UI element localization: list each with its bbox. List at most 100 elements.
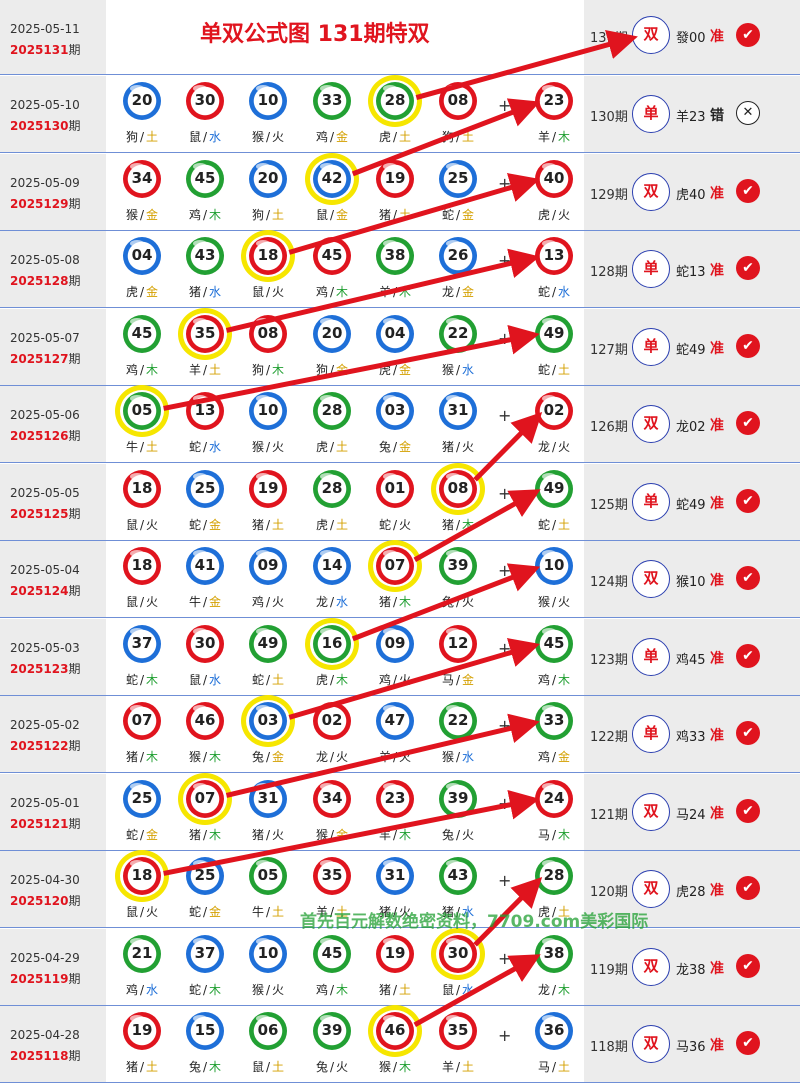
zodiac: 蛇 xyxy=(537,362,550,377)
ball-cell: 05 牛 / 土 xyxy=(236,851,300,928)
ball-number: 26 xyxy=(447,246,469,264)
lottery-ball: 26 xyxy=(439,237,477,275)
result-issue: 123期 xyxy=(590,652,628,668)
zodiac: 羊 xyxy=(378,750,391,764)
result-value: 龙38 xyxy=(676,962,706,978)
separator: / xyxy=(455,130,461,144)
zodiac: 蛇 xyxy=(188,517,201,532)
separator: / xyxy=(455,982,461,997)
ball-zodiac-element: 狗 / 土 xyxy=(110,128,174,145)
element: 火 xyxy=(146,905,159,919)
draw-issue: 2025120期 xyxy=(10,894,81,908)
draw-date: 2025-04-29 xyxy=(10,950,80,965)
zodiac: 狗 xyxy=(315,362,328,377)
ball-number: 31 xyxy=(257,788,279,807)
ball-number: 14 xyxy=(321,556,343,574)
element: 火 xyxy=(399,672,412,687)
ball-zodiac-element: 虎 / 土 xyxy=(300,516,364,533)
ball-cell: 25 蛇 / 金 xyxy=(110,774,174,851)
zodiac: 羊 xyxy=(537,130,550,144)
separator: / xyxy=(265,827,271,842)
lottery-ball: 09 xyxy=(249,547,287,585)
zodiac: 猴 xyxy=(125,207,138,222)
separator: / xyxy=(392,750,398,764)
draw-issue: 2025126期 xyxy=(10,429,81,443)
draw-row: 2025-05-05 2025125期 18 鼠 / 火 25 蛇 / 金 19 猪 / 土 28 虎 / 土 01… xyxy=(0,462,800,541)
lottery-ball: 25 xyxy=(123,779,161,818)
result-status: 准 xyxy=(710,418,724,434)
result-pick: 双 xyxy=(632,172,670,211)
ball-number: 33 xyxy=(543,711,565,729)
date-column: 2025-04-28 2025118期 xyxy=(0,1006,106,1082)
result-column: 122期单鸡33 准 ✔ xyxy=(584,696,800,772)
separator: / xyxy=(455,362,461,377)
lottery-ball: 31 xyxy=(249,779,287,818)
separator: / xyxy=(202,440,208,454)
element: 水 xyxy=(558,285,571,299)
lottery-ball: 04 xyxy=(376,314,414,353)
lottery-ball: 33 xyxy=(535,702,573,740)
ball-cell: 09 鸡 / 火 xyxy=(363,619,427,696)
separator: / xyxy=(455,750,461,764)
ball-cell: 07 猪 / 木 xyxy=(363,540,427,618)
ball-cell: 22 猴 / 水 xyxy=(426,696,490,773)
ball-number: 30 xyxy=(194,633,216,652)
separator: / xyxy=(265,672,271,687)
zodiac: 兔 xyxy=(188,1060,201,1074)
ball-zodiac-element: 蛇 / 木 xyxy=(173,981,237,998)
ball-zodiac-element: 虎 / 火 xyxy=(522,206,586,223)
lottery-ball: 09 xyxy=(376,624,414,663)
header-result-issue: 131期 xyxy=(590,31,628,46)
ball-number: 42 xyxy=(321,168,343,187)
ball-cell: 10 猴 / 火 xyxy=(236,929,300,1006)
header-result-status: 准 xyxy=(710,29,724,45)
zodiac: 鼠 xyxy=(125,905,138,919)
ball-cell: 31 猪 / 火 xyxy=(426,386,490,463)
separator: / xyxy=(202,905,208,919)
result-issue: 126期 xyxy=(590,420,628,435)
zodiac: 猪 xyxy=(125,1060,138,1074)
separator: / xyxy=(329,362,335,377)
special-ball-cell: 38 龙 / 木 xyxy=(522,929,586,1006)
separator: / xyxy=(551,672,557,687)
lottery-ball: 34 xyxy=(313,779,351,818)
draw-row: 2025-05-07 2025127期 45 鸡 / 木 35 羊 / 土 08 狗 / 木 20 狗 / 金 04… xyxy=(0,307,800,386)
element: 土 xyxy=(272,672,285,687)
ball-cell: 46 猴 / 木 xyxy=(363,1005,427,1083)
separator: / xyxy=(392,982,398,997)
ball-zodiac-element: 猴 / 火 xyxy=(522,593,586,610)
ball-cell: 26 龙 / 金 xyxy=(426,231,490,308)
ball-number: 45 xyxy=(321,943,343,962)
separator: / xyxy=(265,982,271,997)
zodiac: 猴 xyxy=(251,130,264,144)
element: 木 xyxy=(399,827,412,842)
ball-cell: 46 猴 / 木 xyxy=(173,696,237,773)
result-column: 123期单鸡45 准 ✔ xyxy=(584,618,800,695)
lottery-ball: 21 xyxy=(123,934,161,973)
ball-cell: 18 鼠 / 火 xyxy=(110,541,174,618)
ball-zodiac-element: 龙 / 火 xyxy=(522,438,586,455)
ball-number: 45 xyxy=(543,633,565,652)
check-icon: ✔ xyxy=(736,1031,760,1055)
separator: / xyxy=(265,750,271,764)
ball-zodiac-element: 虎 / 土 xyxy=(363,128,427,145)
ball-zodiac-element: 蛇 / 金 xyxy=(173,516,237,533)
element: 土 xyxy=(336,517,349,532)
date-column: 2025-05-08 2025128期 xyxy=(0,231,106,307)
result-status: 错 xyxy=(710,108,724,124)
result-pick: 双 xyxy=(632,792,670,831)
lottery-ball: 07 xyxy=(186,779,224,818)
result-column: 130期单羊23 错 ✕ xyxy=(584,76,800,152)
ball-number: 49 xyxy=(543,323,565,342)
zodiac: 鸡 xyxy=(251,595,264,609)
element: 金 xyxy=(146,207,159,222)
separator: / xyxy=(265,440,271,454)
ball-cell: 22 猴 / 水 xyxy=(426,309,490,386)
separator: / xyxy=(455,517,461,532)
element: 火 xyxy=(146,517,159,532)
lottery-ball: 30 xyxy=(186,82,224,120)
lottery-ball: 10 xyxy=(249,82,287,120)
date-column: 2025-05-01 2025121期 xyxy=(0,773,106,850)
result-column: 124期双猴10 准 ✔ xyxy=(584,541,800,617)
ball-cell: 09 鸡 / 火 xyxy=(236,541,300,618)
